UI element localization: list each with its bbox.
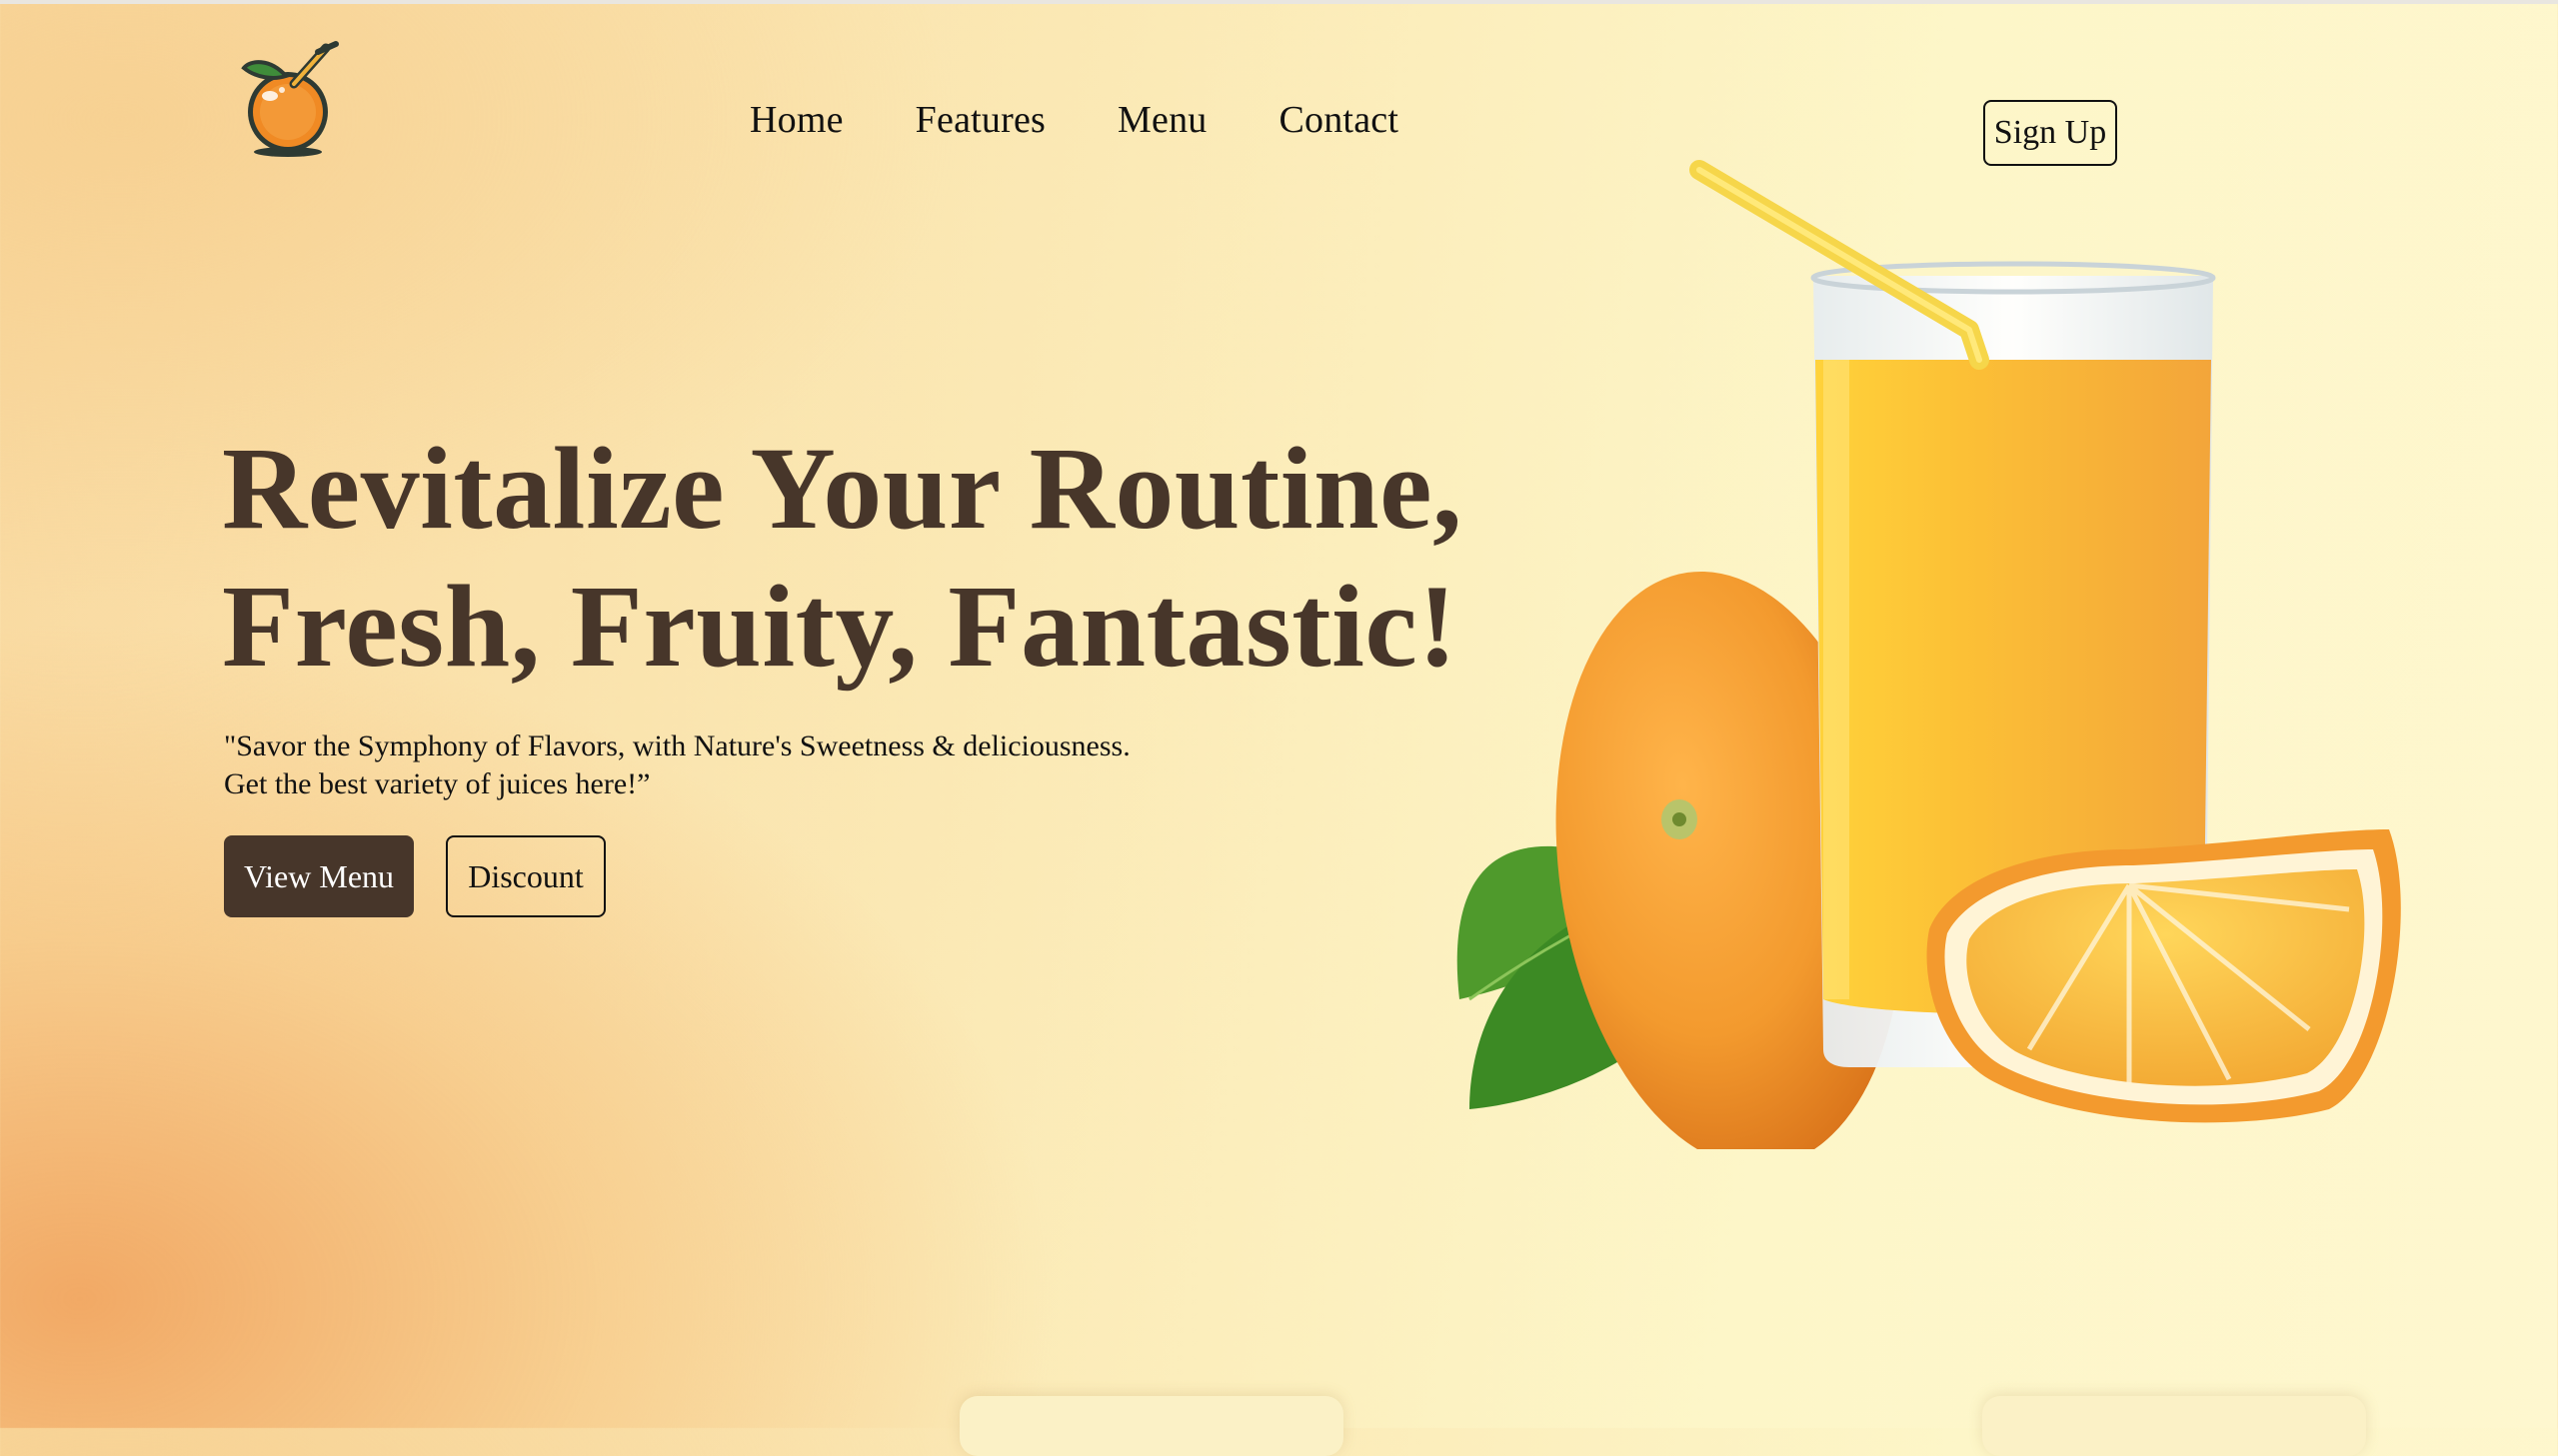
- hero-subtitle: "Savor the Symphony of Flavors, with Nat…: [224, 728, 1131, 803]
- nav-contact-link[interactable]: Contact: [1279, 98, 1398, 142]
- hero-title-line-1: Revitalize Your Routine,: [222, 423, 1463, 554]
- hero-subtitle-line-1: "Savor the Symphony of Flavors, with Nat…: [224, 729, 1131, 762]
- view-menu-button[interactable]: View Menu: [224, 835, 414, 917]
- orange-juice-logo-icon[interactable]: [230, 38, 348, 160]
- window-top-border: [0, 0, 2558, 4]
- hero-title-line-2: Fresh, Fruity, Fantastic!: [222, 561, 1458, 692]
- discount-button[interactable]: Discount: [446, 835, 606, 917]
- nav-menu-link[interactable]: Menu: [1118, 98, 1207, 142]
- hero-subtitle-line-2: Get the best variety of juices here!”: [224, 767, 651, 800]
- feature-card-peek-1: [960, 1396, 1343, 1456]
- next-section-heading-peek: [222, 1403, 382, 1433]
- nav-features-link[interactable]: Features: [916, 98, 1046, 142]
- nav-home-link[interactable]: Home: [750, 98, 844, 142]
- feature-card-peek-2: [1982, 1396, 2366, 1456]
- main-nav: Home Features Menu Contact: [750, 98, 1398, 142]
- hero-title: Revitalize Your Routine, Fresh, Fruity, …: [222, 420, 1462, 696]
- orange-juice-glass-image: [1456, 160, 2401, 1149]
